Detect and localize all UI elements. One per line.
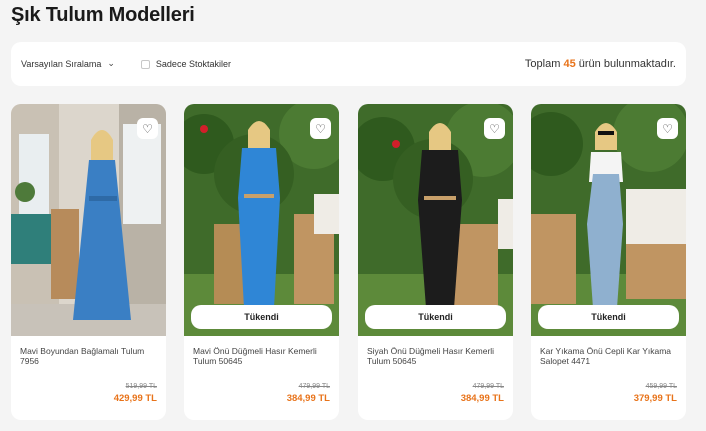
product-card[interactable]: ♡ Tükendi Kar Yıkama Önü Cepli Kar Yıkam… [531,104,686,420]
stock-only-checkbox[interactable] [140,59,150,69]
sale-price: 384,99 TL [286,393,330,404]
sold-out-button[interactable]: Tükendi [538,305,679,329]
product-card[interactable]: ♡ Tükendi Mavi Önü Düğmeli Hasır Kemerli… [184,104,339,420]
product-prices: 479,99 TL 384,99 TL [461,383,504,404]
sort-dropdown[interactable]: Varsayılan Sıralama ⌄ [21,57,115,70]
product-card[interactable]: ♡ Tükendi Siyah Önü Düğmeli Hasır Kemerl… [358,104,513,420]
total-suffix: ürün bulunmaktadır. [578,58,676,70]
product-name[interactable]: Siyah Önü Düğmeli Hasır Kemerli Tulum 50… [367,346,505,366]
old-price: 479,99 TL [298,383,330,390]
sale-price: 379,99 TL [633,393,677,404]
old-price: 479,99 TL [472,383,504,390]
product-prices: 479,99 TL 384,99 TL [287,383,330,404]
product-image[interactable]: ♡ Tükendi [531,104,686,336]
page-title: Şık Tulum Modelleri [11,4,195,26]
heart-icon[interactable]: ♡ [657,118,678,139]
heart-icon[interactable]: ♡ [484,118,505,139]
product-prices: 519,99 TL 429,99 TL [114,383,157,404]
sold-out-button[interactable]: Tükendi [191,305,332,329]
product-total: Toplam 45 ürün bulunmaktadır. [525,58,676,70]
product-name[interactable]: Mavi Boyundan Bağlamalı Tulum 7956 [20,346,158,366]
product-name[interactable]: Kar Yıkama Önü Cepli Kar Yıkama Salopet … [540,346,678,366]
sold-out-button[interactable]: Tükendi [365,305,506,329]
stock-only-label: Sadece Stoktakiler [155,59,231,69]
chevron-down-icon: ⌄ [107,57,115,68]
product-card[interactable]: ♡ Mavi Boyundan Bağlamalı Tulum 7956 519… [11,104,166,420]
product-prices: 459,99 TL 379,99 TL [634,383,677,404]
total-count: 45 [563,58,576,70]
product-image[interactable]: ♡ [11,104,166,336]
sort-label: Varsayılan Sıralama [21,59,102,69]
product-image[interactable]: ♡ Tükendi [358,104,513,336]
sale-price: 429,99 TL [113,393,157,404]
heart-icon[interactable]: ♡ [137,118,158,139]
sale-price: 384,99 TL [460,393,504,404]
total-prefix: Toplam [524,58,561,70]
old-price: 519,99 TL [125,383,157,390]
product-image[interactable]: ♡ Tükendi [184,104,339,336]
heart-icon[interactable]: ♡ [310,118,331,139]
product-name[interactable]: Mavi Önü Düğmeli Hasır Kemerli Tulum 506… [193,346,331,366]
filter-toolbar: Varsayılan Sıralama ⌄ Sadece Stoktakiler… [11,42,686,86]
stock-only-filter[interactable]: Sadece Stoktakiler [140,59,231,69]
old-price: 459,99 TL [645,383,677,390]
